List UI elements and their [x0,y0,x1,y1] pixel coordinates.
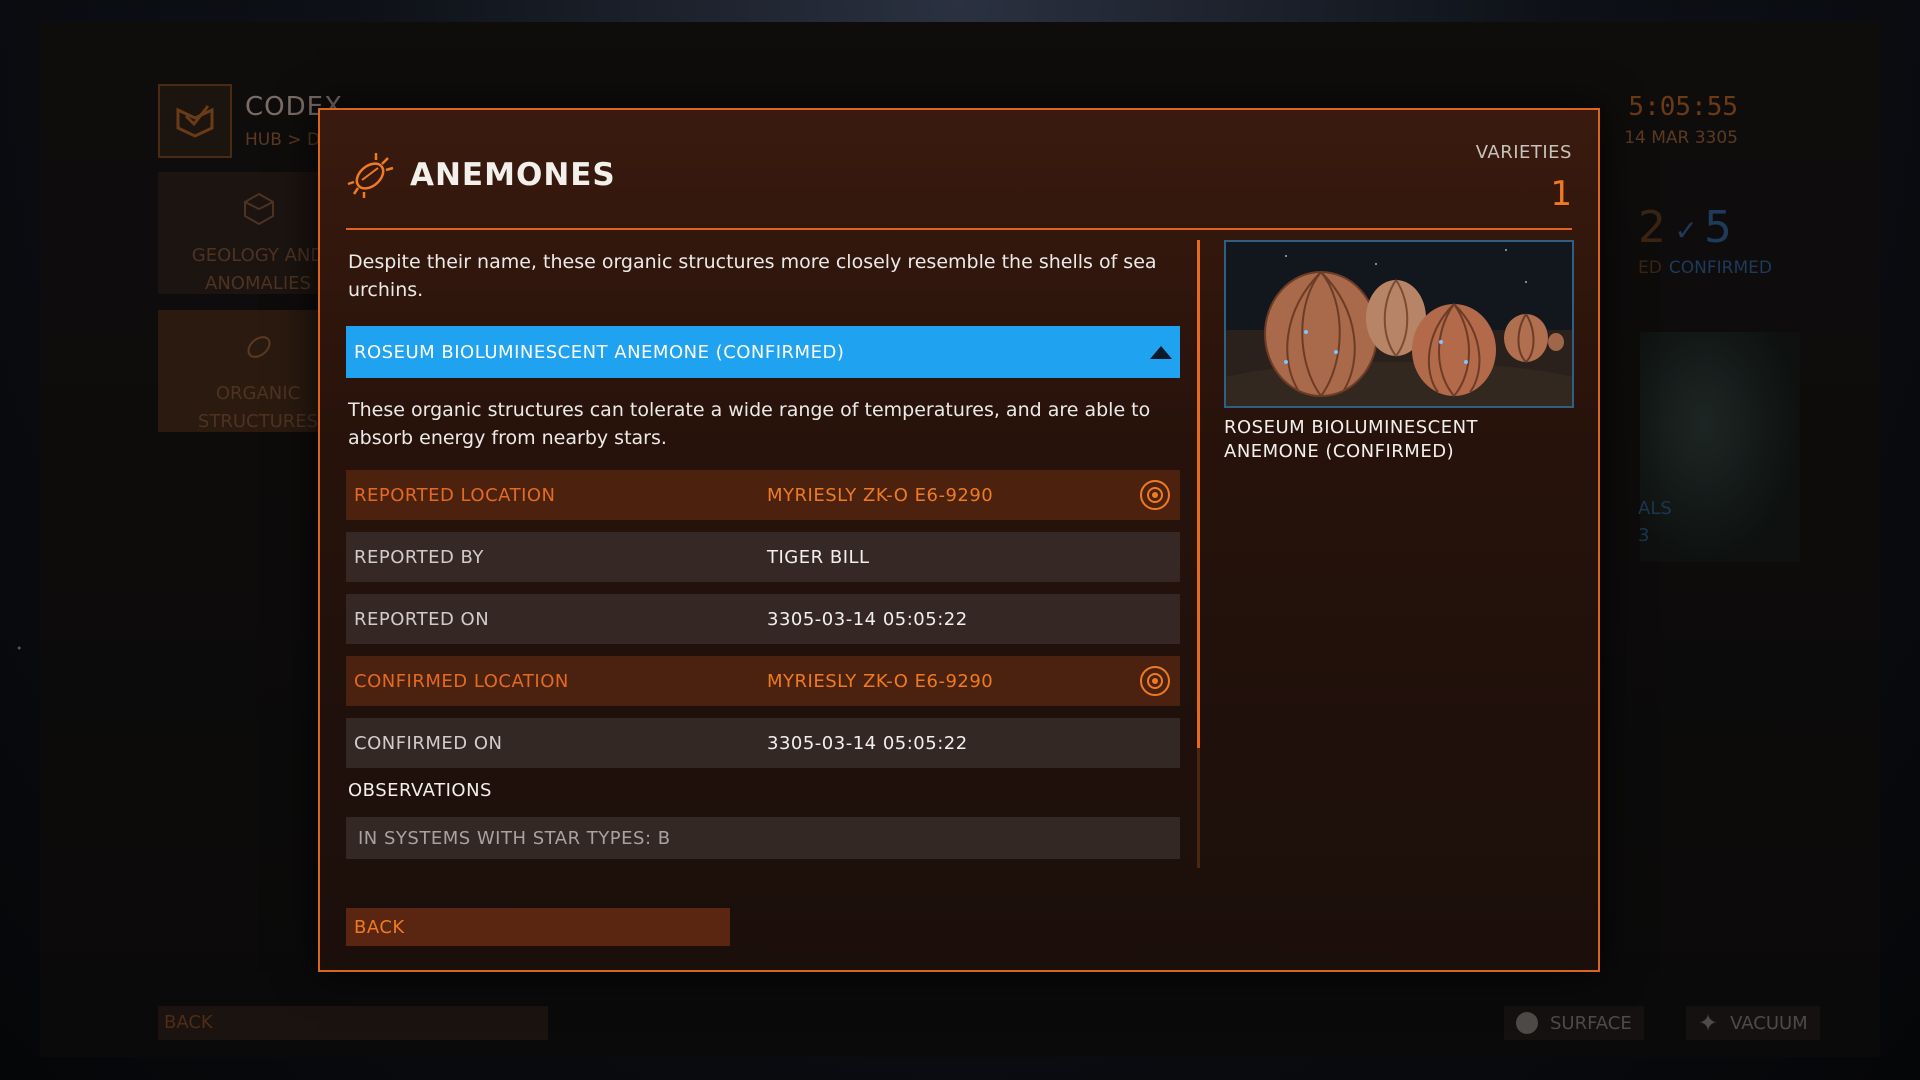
variant-label: ROSEUM BIOLUMINESCENT ANEMONE (CONFIRMED… [354,341,845,363]
detail-column: Despite their name, these organic struct… [346,248,1180,859]
background-back-button[interactable]: BACK [158,1006,548,1040]
detail-row-reported-by: REPORTED BY TIGER BILL [346,532,1180,582]
target-icon[interactable] [1140,666,1170,696]
planet-icon [1516,1012,1538,1034]
geode-icon [244,192,274,226]
detail-key: CONFIRMED ON [354,732,503,754]
anemones-modal: ANEMONES VARIETIES 1 Despite their name,… [318,108,1600,972]
observations-title: OBSERVATIONS [348,780,492,801]
detail-row-confirmed-on: CONFIRMED ON 3305-03-14 05:05:22 [346,718,1180,768]
background-side-label: ALS 3 [1638,498,1672,546]
clock: 5:05:55 [1628,92,1738,122]
detail-value: 3305-03-14 05:05:22 [767,732,968,754]
observations-text: IN SYSTEMS WITH STAR TYPES: B [346,817,1180,859]
variant-accordion-header[interactable]: ROSEUM BIOLUMINESCENT ANEMONE (CONFIRMED… [346,326,1180,378]
stat-partial-label: ED [1638,258,1662,278]
surface-filter-button[interactable]: SURFACE [1504,1006,1644,1040]
detail-row-reported-location[interactable]: REPORTED LOCATION MYRIESLY ZK-O E6-9290 [346,470,1180,520]
scrollbar[interactable] [1197,240,1200,868]
detail-value: TIGER BILL [767,546,870,568]
detail-row-reported-on: REPORTED ON 3305-03-14 05:05:22 [346,594,1180,644]
background-side-label-text: ALS [1638,498,1672,519]
detail-row-confirmed-location[interactable]: CONFIRMED LOCATION MYRIESLY ZK-O E6-9290 [346,656,1180,706]
surface-label: SURFACE [1550,1012,1632,1034]
background-side-label-number: 3 [1638,525,1650,546]
modal-title: ANEMONES [410,157,616,193]
scrollbar-thumb[interactable] [1197,240,1200,748]
caret-up-icon [1150,345,1172,359]
detail-key: REPORTED LOCATION [354,484,556,506]
stat-partial-number: 2 [1638,202,1666,253]
anemone-illustration [1226,242,1572,406]
anemone-icon [247,336,271,358]
target-icon[interactable] [1140,480,1170,510]
varieties-label: VARIETIES [1475,142,1572,163]
stat-confirmed-label: CONFIRMED [1668,258,1772,278]
category-description: Despite their name, these organic struct… [348,251,1157,301]
preview-caption: ROSEUM BIOLUMINESCENT ANEMONE (CONFIRMED… [1224,417,1479,462]
detail-value: MYRIESLY ZK-O E6-9290 [767,670,994,692]
anemone-icon [347,153,394,198]
codex-logo-icon [158,84,232,158]
preview-column: ROSEUM BIOLUMINESCENT ANEMONE (CONFIRMED… [1224,240,1574,464]
variant-details: REPORTED LOCATION MYRIESLY ZK-O E6-9290 … [346,470,1180,768]
anemone-preview-image [1224,240,1574,408]
check-icon: ✓ [1674,213,1698,247]
stat-confirmed-number: ✓ 5 [1675,202,1732,253]
detail-value: MYRIESLY ZK-O E6-9290 [767,484,994,506]
sparkle-icon: ✦ [1698,1009,1719,1037]
date: 14 MAR 3305 [1624,128,1738,148]
detail-value: 3305-03-14 05:05:22 [767,608,968,630]
vacuum-label: VACUUM [1730,1012,1808,1034]
header-divider [346,228,1572,230]
modal-header: ANEMONES [346,150,616,200]
detail-key: REPORTED BY [354,546,484,568]
vacuum-filter-button[interactable]: ✦ VACUUM [1686,1006,1820,1040]
detail-key: CONFIRMED LOCATION [354,670,569,692]
varieties-count: 1 [1550,174,1572,214]
variant-description: These organic structures can tolerate a … [348,399,1151,449]
detail-key: REPORTED ON [354,608,490,630]
stat-confirmed-value: 5 [1704,202,1732,253]
back-button[interactable]: BACK [346,908,730,946]
